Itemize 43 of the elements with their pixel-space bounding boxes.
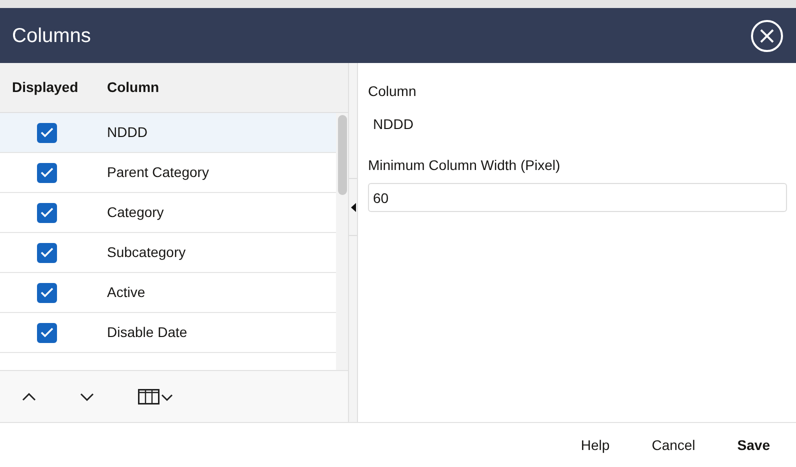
field-label: Minimum Column Width (Pixel) (368, 156, 562, 175)
column-list-item[interactable]: Active (0, 273, 336, 313)
column-name: Category (107, 203, 164, 222)
column-name: Disable Date (107, 323, 188, 342)
checkmark-icon (40, 287, 54, 298)
checkmark-icon (40, 167, 54, 178)
column-header: Column (107, 78, 160, 97)
checkbox[interactable] (37, 162, 57, 182)
caret-left-icon (350, 202, 356, 212)
column-list-item[interactable]: Parent Category (0, 153, 336, 193)
save-button[interactable]: Save (729, 430, 778, 460)
chevron-up-icon (22, 392, 36, 400)
checkmark-icon (40, 127, 54, 138)
width-input-field[interactable]: 60 (368, 183, 787, 212)
column-name: Parent Category (107, 163, 209, 182)
checkbox[interactable] (37, 282, 57, 302)
checkbox[interactable] (37, 122, 57, 142)
close-button[interactable] (751, 20, 783, 52)
dialog-button[interactable]: Help (572, 430, 618, 460)
column-name: NDDD (107, 123, 148, 142)
checkmark-icon (40, 207, 54, 218)
scrollbar[interactable] (336, 113, 348, 370)
scrollbar-thumb[interactable] (338, 115, 347, 195)
chevron-down-icon (80, 392, 94, 400)
column-name: Subcategory (107, 243, 186, 262)
table-columns-icon (138, 388, 174, 404)
column-name-value: NDDD (373, 115, 414, 134)
checkmark-icon (40, 327, 54, 338)
checkmark-icon (40, 247, 54, 258)
checkbox[interactable] (37, 242, 57, 262)
column-list-item[interactable]: Disable Date (0, 313, 336, 353)
checkbox[interactable] (37, 202, 57, 222)
close-icon (760, 28, 774, 42)
column-list-item[interactable]: Subcategory (0, 233, 336, 273)
dialog-button[interactable]: Cancel (644, 430, 704, 460)
column-list-item[interactable]: NDDD (0, 113, 336, 153)
column-name: Active (107, 283, 146, 302)
column-list-item[interactable]: Category (0, 193, 336, 233)
checkbox[interactable] (37, 322, 57, 342)
field-label: Column (368, 82, 418, 101)
collapse-handle[interactable] (349, 178, 357, 236)
column-header: Displayed (12, 78, 80, 97)
dialog-title: Columns (12, 24, 91, 48)
